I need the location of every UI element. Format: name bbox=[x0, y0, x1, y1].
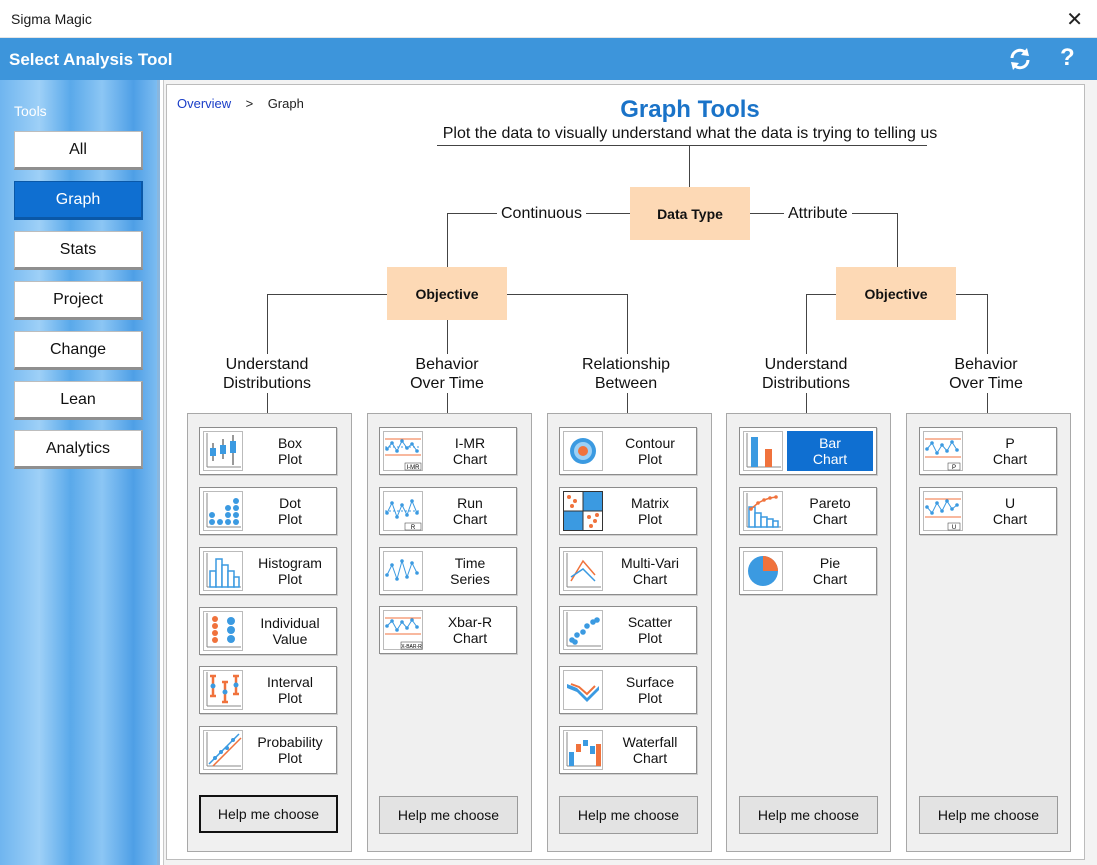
tool-waterfall-chart[interactable]: Waterfall Chart bbox=[559, 726, 697, 774]
tool-probability-plot[interactable]: Probability Plot bbox=[199, 726, 337, 774]
tool-u-chart[interactable]: U U Chart bbox=[919, 487, 1057, 535]
tool-matrix-plot[interactable]: Matrix Plot bbox=[559, 487, 697, 535]
pie-chart-icon bbox=[743, 551, 783, 591]
tree-connector bbox=[447, 213, 448, 267]
surface-plot-icon bbox=[563, 670, 603, 710]
imr-chart-icon: I-MR bbox=[383, 431, 423, 471]
tool-contour-plot[interactable]: Contour Plot bbox=[559, 427, 697, 475]
svg-text:P: P bbox=[952, 465, 956, 471]
tool-surface-plot[interactable]: Surface Plot bbox=[559, 666, 697, 714]
p-chart-icon: P bbox=[923, 431, 963, 471]
tree-connector bbox=[627, 294, 628, 354]
tool-box-plot[interactable]: Box Plot bbox=[199, 427, 337, 475]
close-icon[interactable]: ✕ bbox=[1066, 7, 1083, 32]
tool-pareto-chart[interactable]: Pareto Chart bbox=[739, 487, 877, 535]
category-heading: Understand Distributions bbox=[761, 356, 851, 392]
svg-text:X-BAR-R: X-BAR-R bbox=[401, 644, 422, 650]
sidebar-item-stats[interactable]: Stats bbox=[14, 231, 143, 270]
continuous-branch-label: Continuous bbox=[497, 205, 586, 223]
tree-connector bbox=[987, 393, 988, 413]
refresh-icon[interactable] bbox=[1006, 45, 1034, 73]
svg-text:R: R bbox=[411, 525, 416, 531]
svg-text:I-MR: I-MR bbox=[407, 465, 421, 471]
tool-dot-plot[interactable]: Dot Plot bbox=[199, 487, 337, 535]
tool-individual-value[interactable]: Individual Value bbox=[199, 607, 337, 655]
tool-time-series[interactable]: Time Series bbox=[379, 547, 517, 595]
tree-connector bbox=[267, 393, 268, 413]
window-titlebar: Sigma Magic ✕ bbox=[0, 0, 1097, 38]
tree-connector bbox=[267, 294, 268, 354]
category-heading: Behavior Over Time bbox=[410, 356, 484, 392]
matrix-plot-icon bbox=[563, 491, 603, 531]
help-me-choose-button[interactable]: Help me choose bbox=[559, 796, 698, 834]
sidebar-item-lean[interactable]: Lean bbox=[14, 381, 143, 420]
help-me-choose-button[interactable]: Help me choose bbox=[739, 796, 878, 834]
sidebar-item-graph[interactable]: Graph bbox=[14, 181, 143, 220]
probability-plot-icon bbox=[203, 730, 243, 770]
interval-plot-icon bbox=[203, 670, 243, 710]
category-heading: Relationship Between bbox=[581, 356, 671, 392]
help-me-choose-button[interactable]: Help me choose bbox=[379, 796, 518, 834]
xbar-r-chart-icon: X-BAR-R bbox=[383, 610, 423, 650]
scatter-plot-icon bbox=[563, 610, 603, 650]
contour-plot-icon bbox=[563, 431, 603, 471]
page-subtitle: Plot the data to visually understand wha… bbox=[442, 125, 938, 142]
tree-connector bbox=[689, 145, 690, 187]
objective-node-attribute: Objective bbox=[836, 267, 956, 320]
header-title: Select Analysis Tool bbox=[9, 50, 173, 69]
header-bar: Select Analysis Tool ? bbox=[0, 38, 1097, 80]
tree-connector bbox=[627, 393, 628, 413]
help-icon[interactable]: ? bbox=[1060, 44, 1075, 72]
u-chart-icon: U bbox=[923, 491, 963, 531]
objective-node-continuous: Objective bbox=[387, 267, 507, 320]
tool-multi-vari-chart[interactable]: Multi-Vari Chart bbox=[559, 547, 697, 595]
tool-interval-plot[interactable]: Interval Plot bbox=[199, 666, 337, 714]
bar-chart-icon bbox=[743, 431, 783, 471]
run-chart-icon: R bbox=[383, 491, 423, 531]
tool-bar-chart[interactable]: Bar Chart bbox=[739, 427, 877, 475]
tool-histogram[interactable]: Histogram Plot bbox=[199, 547, 337, 595]
box-plot-icon bbox=[203, 431, 243, 471]
help-me-choose-button[interactable]: Help me choose bbox=[919, 796, 1058, 834]
time-series-icon bbox=[383, 551, 423, 591]
category-heading: Behavior Over Time bbox=[949, 356, 1023, 392]
tool-run-chart[interactable]: R Run Chart bbox=[379, 487, 517, 535]
sidebar-item-project[interactable]: Project bbox=[14, 281, 143, 320]
tree-connector bbox=[447, 393, 448, 413]
help-me-choose-button[interactable]: Help me choose bbox=[199, 795, 338, 833]
tree-connector bbox=[806, 294, 807, 354]
sidebar-item-change[interactable]: Change bbox=[14, 331, 143, 370]
tree-connector bbox=[447, 320, 448, 354]
window-title: Sigma Magic bbox=[11, 11, 92, 27]
tool-p-chart[interactable]: P P Chart bbox=[919, 427, 1057, 475]
individual-value-icon bbox=[203, 611, 243, 651]
tree-connector bbox=[987, 294, 988, 354]
tools-sidebar: Tools All Graph Stats Project Change Lea… bbox=[0, 80, 160, 865]
sidebar-item-analytics[interactable]: Analytics bbox=[14, 430, 143, 469]
page-title: Graph Tools bbox=[620, 96, 760, 123]
waterfall-chart-icon bbox=[563, 730, 603, 770]
subtitle-underline bbox=[437, 145, 927, 146]
dot-plot-icon bbox=[203, 491, 243, 531]
tool-imr-chart[interactable]: I-MR I-MR Chart bbox=[379, 427, 517, 475]
pareto-chart-icon bbox=[743, 491, 783, 531]
svg-text:U: U bbox=[952, 525, 956, 531]
data-type-node: Data Type bbox=[630, 187, 750, 240]
tool-panel bbox=[726, 413, 891, 852]
tree-connector bbox=[897, 213, 898, 267]
tool-panel bbox=[906, 413, 1071, 852]
tool-pie-chart[interactable]: Pie Chart bbox=[739, 547, 877, 595]
tree-connector bbox=[806, 393, 807, 413]
tool-scatter-plot[interactable]: Scatter Plot bbox=[559, 606, 697, 654]
category-heading: Understand Distributions bbox=[222, 356, 312, 392]
tool-xbar-r-chart[interactable]: X-BAR-R Xbar-R Chart bbox=[379, 606, 517, 654]
multi-vari-icon bbox=[563, 551, 603, 591]
attribute-branch-label: Attribute bbox=[784, 205, 852, 223]
histogram-icon bbox=[203, 551, 243, 591]
